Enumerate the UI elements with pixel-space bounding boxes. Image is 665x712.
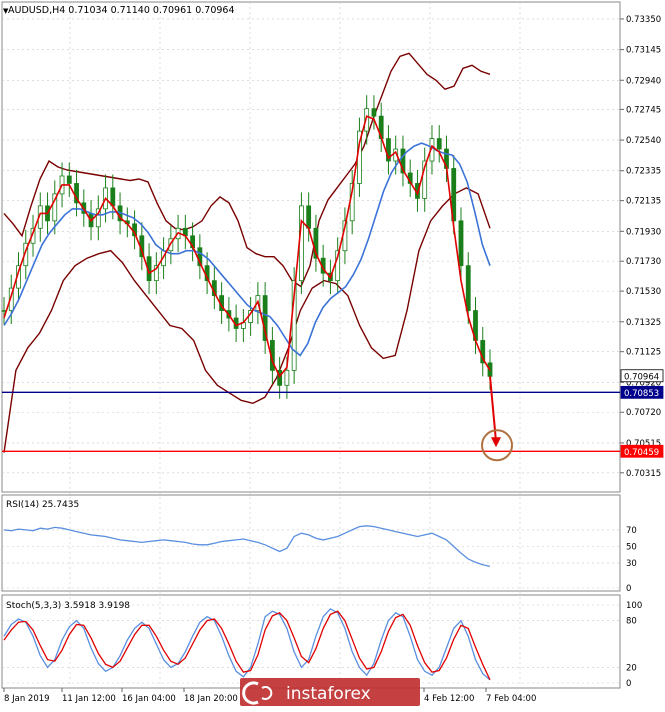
time-tick-label: 18 Jan 20:00 — [184, 694, 238, 704]
bollinger-upper-line — [3, 52, 491, 288]
price-tick-label: 0.71730 — [626, 257, 661, 267]
price-label-text: 0.70964 — [624, 372, 659, 382]
candle-body — [371, 108, 377, 117]
price-label-text: 0.70853 — [624, 389, 659, 399]
price-tick-label: 0.72135 — [626, 197, 661, 207]
stoch-title: Stoch(5,3,3) 3.5918 3.9198 — [6, 601, 130, 611]
price-label-text: 0.70459 — [624, 448, 659, 458]
candle-body — [306, 205, 312, 229]
candle-body — [458, 220, 464, 267]
price-tick-label: 0.72540 — [626, 136, 661, 146]
candle-body — [110, 187, 116, 207]
price-tick-label: 0.71125 — [626, 348, 661, 358]
rsi-panel-frame — [1, 494, 621, 592]
price-tick-label: 0.71325 — [626, 318, 661, 328]
price-panel-frame — [1, 1, 621, 493]
watermark: instaforex — [240, 678, 420, 706]
stoch-tick-label: 0 — [626, 679, 631, 689]
rsi-tick-label: 0 — [626, 584, 631, 594]
price-tick-label: 0.73350 — [626, 15, 661, 25]
price-tick-label: 0.70720 — [626, 408, 661, 418]
stoch-tick-label: 20 — [626, 663, 637, 673]
forecast-annotation — [481, 376, 513, 462]
price-tick-label: 0.72335 — [626, 167, 661, 177]
rsi-tick-label: 50 — [626, 543, 637, 553]
time-tick-label: 11 Jan 12:00 — [62, 694, 116, 704]
time-tick-label: 7 Feb 04:00 — [486, 694, 536, 704]
rsi-panel: 70 50 30 0 — [2, 525, 637, 594]
chart-canvas[interactable]: 0.73350 0.73145 0.72940 0.72745 0.72540 0.723… — [0, 0, 665, 708]
time-tick-label: 8 Jan 2019 — [4, 694, 50, 704]
price-grid — [2, 2, 620, 688]
candle-body — [284, 369, 290, 386]
price-tick-label: 0.72745 — [626, 105, 661, 115]
price-tick-label: 0.71930 — [626, 227, 661, 237]
time-tick-label: 16 Jan 04:00 — [122, 694, 176, 704]
stoch-tick-label: 100 — [626, 601, 642, 611]
bollinger-lower-line — [3, 187, 491, 453]
candle-body — [465, 265, 471, 311]
price-tick-label: 0.73145 — [626, 46, 661, 56]
rsi-title: RSI(14) 25.7435 — [6, 500, 79, 510]
time-tick-label: 4 Feb 12:00 — [424, 694, 474, 704]
stochastic-panel: 100 80 20 0 — [2, 601, 642, 689]
rsi-line — [3, 525, 491, 568]
price-tick-label: 0.72940 — [626, 76, 661, 86]
price-tick-label: 0.70315 — [626, 469, 661, 479]
watermark-text: instaforex — [286, 684, 371, 704]
chart-root: 0.73350 0.73145 0.72940 0.72745 0.72540 0.723… — [0, 0, 665, 708]
symbol-header: AUDUSD,H4 0.71034 0.71140 0.70961 0.7096… — [8, 5, 235, 16]
forecast-arrow-head — [491, 437, 501, 448]
header-triangle-icon: ▼ — [3, 7, 9, 15]
price-tick-label: 0.71530 — [626, 287, 661, 297]
candle-body — [66, 175, 72, 184]
price-levels — [2, 391, 620, 452]
price-axis: 0.73350 0.73145 0.72940 0.72745 0.72540 0.723… — [620, 15, 664, 479]
candle-body — [436, 138, 442, 150]
rsi-tick-label: 70 — [626, 526, 637, 536]
stoch-tick-label: 80 — [626, 617, 637, 627]
rsi-tick-label: 30 — [626, 559, 637, 569]
